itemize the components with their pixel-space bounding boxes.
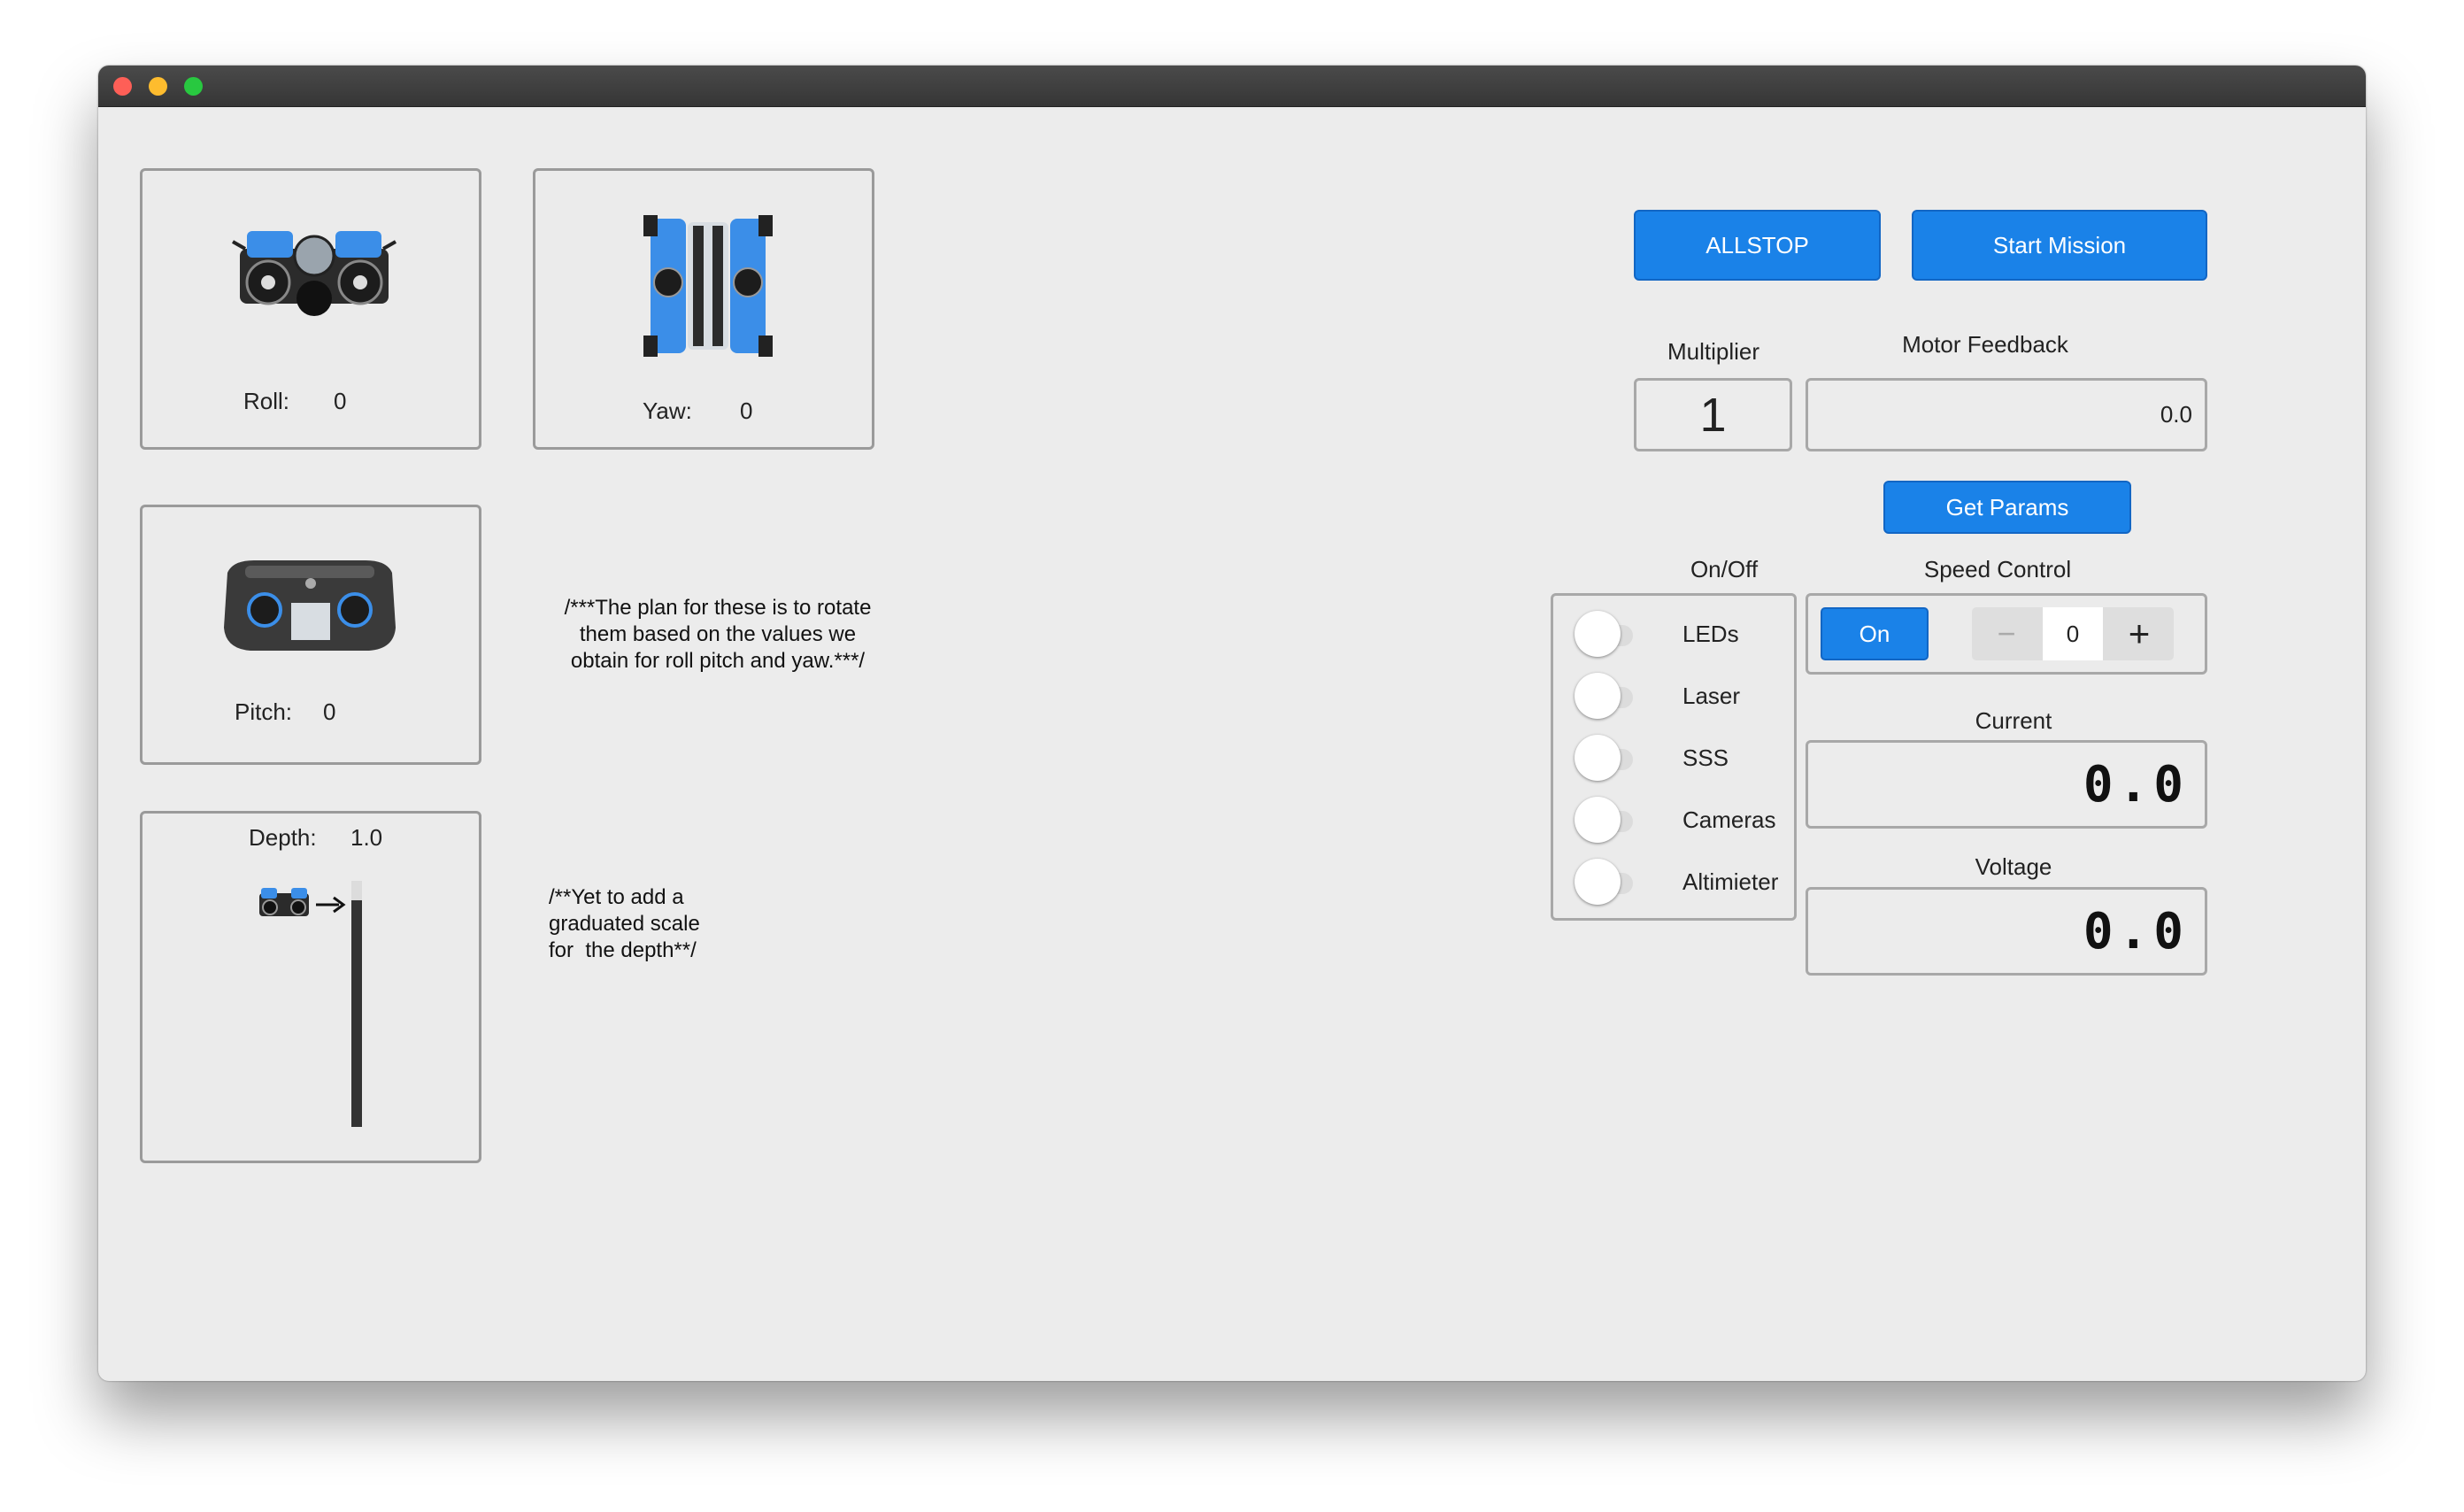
speed-increment-button[interactable]: + [2105, 607, 2174, 660]
speed-on-button[interactable]: On [1821, 607, 1929, 660]
get-params-button[interactable]: Get Params [1883, 481, 2131, 534]
toggle-laser-label: Laser [1682, 683, 1741, 709]
pitch-panel: Pitch: 0 [140, 505, 481, 765]
rotation-note: /***The plan for these is to rotate them… [564, 596, 872, 673]
speed-value: 0 [2066, 620, 2080, 647]
pitch-value: 0 [323, 698, 336, 725]
toggle-sss[interactable]: SSS [1575, 732, 1805, 785]
depth-note: /**Yet to add a graduated scale for the … [549, 885, 700, 962]
depth-pointer-arrow-icon [316, 896, 346, 914]
toggle-leds[interactable]: LEDs [1575, 608, 1805, 661]
main-content: Roll: 0 Yaw: 0 Pitch: 0 Depth: 1.0 /***T… [98, 106, 2366, 1381]
multiplier-label: Multiplier [1667, 338, 1760, 365]
motor-feedback-label: Motor Feedback [1902, 331, 2068, 358]
depth-label: Depth: [249, 824, 317, 851]
current-label: Current [1975, 707, 2052, 734]
speed-control-panel: On − 0 + [1806, 593, 2207, 675]
app-window: Roll: 0 Yaw: 0 Pitch: 0 Depth: 1.0 /***T… [98, 66, 2366, 1381]
toggle-sss-label: SSS [1682, 744, 1729, 771]
voltage-label: Voltage [1975, 853, 2052, 880]
multiplier-field[interactable]: 1 [1634, 378, 1792, 451]
depth-panel: Depth: 1.0 [140, 811, 481, 1163]
speed-decrement-button[interactable]: − [1972, 607, 2041, 660]
motor-feedback-value: 0.0 [2160, 401, 2192, 428]
rov-front-view-image [232, 231, 397, 316]
title-bar [98, 66, 2366, 107]
toggle-cameras-label: Cameras [1682, 806, 1776, 833]
roll-value: 0 [334, 388, 347, 414]
yaw-panel: Yaw: 0 [533, 168, 874, 450]
speed-stepper: − 0 + [1972, 607, 2174, 660]
speed-control-label: Speed Control [1923, 556, 2072, 582]
toggle-knob[interactable] [1575, 859, 1621, 905]
current-display: 0.0 [1806, 740, 2207, 829]
pitch-label: Pitch: [235, 698, 293, 725]
roll-label: Roll: [243, 388, 290, 414]
maximize-window-button[interactable] [184, 77, 203, 96]
current-value: 0.0 [2083, 755, 2189, 814]
voltage-value: 0.0 [2083, 902, 2189, 960]
multiplier-value: 1 [1699, 388, 1727, 442]
voltage-display: 0.0 [1806, 887, 2207, 976]
roll-panel: Roll: 0 [140, 168, 481, 450]
allstop-button[interactable]: ALLSTOP [1634, 210, 1881, 281]
toggle-knob[interactable] [1575, 673, 1621, 719]
toggle-laser[interactable]: Laser [1575, 670, 1805, 723]
minimize-window-button[interactable] [149, 77, 167, 96]
motor-feedback-field: 0.0 [1806, 378, 2207, 451]
yaw-label: Yaw: [643, 397, 692, 424]
toggle-knob[interactable] [1575, 797, 1621, 843]
toggle-leds-label: LEDs [1682, 621, 1739, 647]
close-window-button[interactable] [113, 77, 132, 96]
onoff-label: On/Off [1690, 556, 1759, 582]
depth-bar [351, 900, 362, 1127]
speed-value-field[interactable]: 0 [2043, 607, 2103, 660]
start-mission-button[interactable]: Start Mission [1912, 210, 2207, 281]
depth-value: 1.0 [350, 824, 383, 851]
rov-side-view-image [224, 560, 396, 651]
toggle-cameras[interactable]: Cameras [1575, 794, 1805, 847]
rov-depth-marker-icon [259, 888, 309, 916]
toggle-knob[interactable] [1575, 611, 1621, 657]
onoff-panel: LEDs Laser SSS Cameras Altimieter [1551, 593, 1797, 921]
toggle-knob[interactable] [1575, 735, 1621, 781]
toggle-altimieter[interactable]: Altimieter [1575, 856, 1805, 909]
toggle-altimieter-label: Altimieter [1682, 868, 1779, 895]
yaw-value: 0 [740, 397, 753, 424]
rov-top-view-image [643, 215, 773, 357]
